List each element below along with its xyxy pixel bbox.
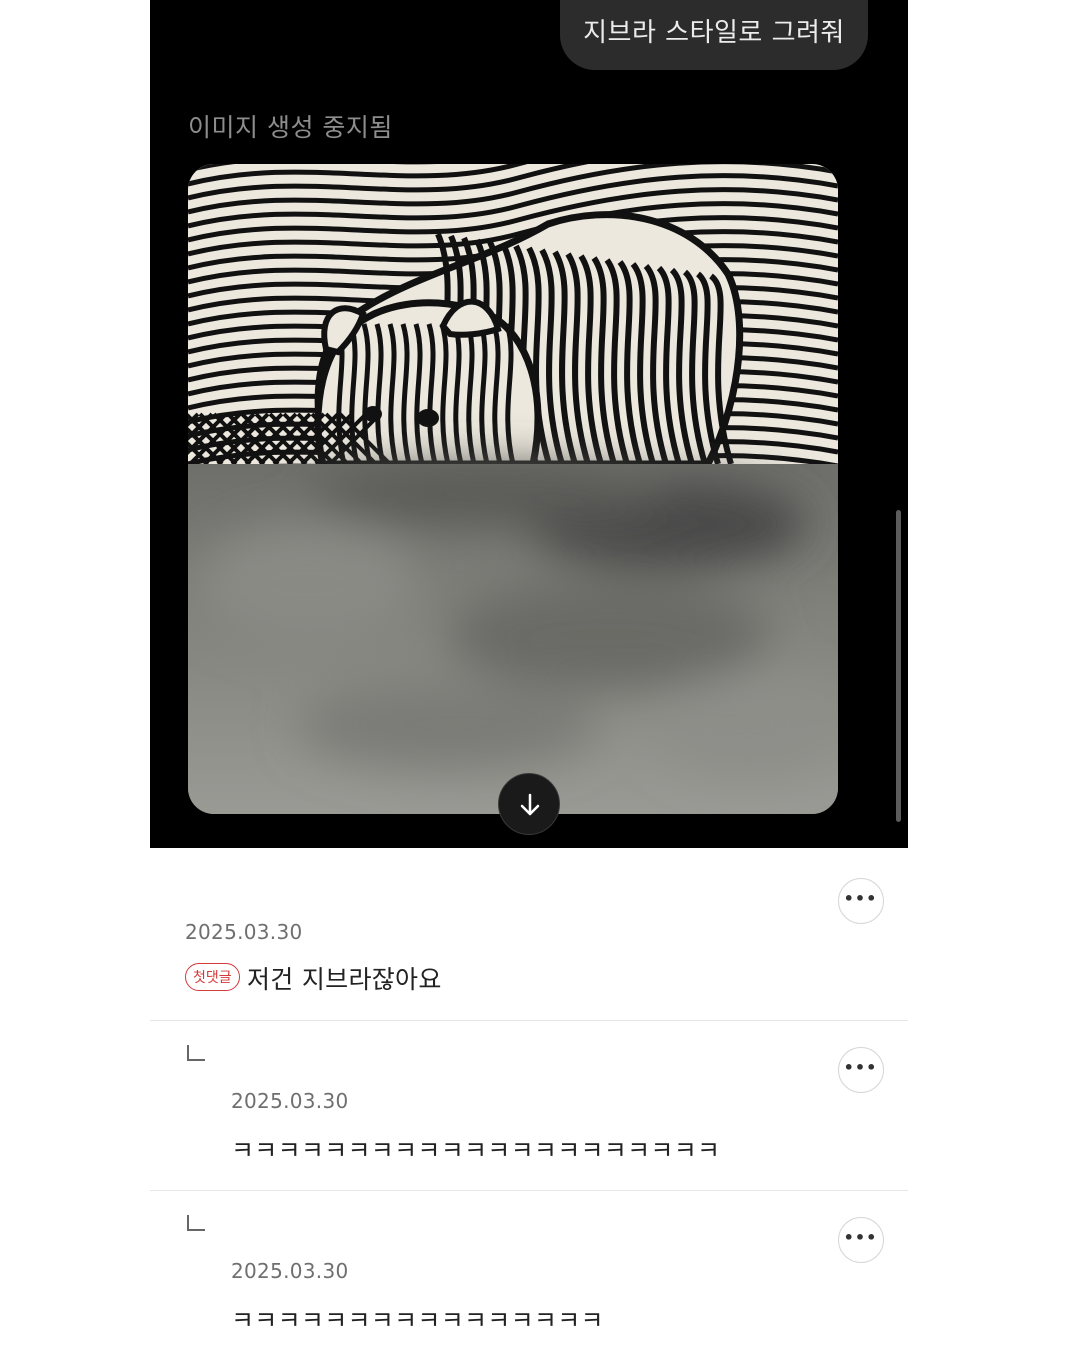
first-comment-badge: 첫댓글 [185,963,240,991]
reply-more-button[interactable]: ••• [838,1217,884,1263]
more-horizontal-icon: ••• [843,1228,878,1247]
reply-more-button[interactable]: ••• [838,1047,884,1093]
comment-list: ••• 2025.03.30 첫댓글 저건 지브라잖아요 ••• 2025.03… [150,848,908,1350]
chat-scrollbar[interactable] [896,510,901,822]
generation-status-text: 이미지 생성 중지됨 [188,113,393,142]
more-horizontal-icon: ••• [843,1058,878,1077]
reply-date: 2025.03.30 [231,1089,349,1113]
reply-date: 2025.03.30 [231,1259,349,1283]
arrow-down-icon [520,793,540,816]
comment-text: 저건 지브라잖아요 [247,965,442,994]
reply-item: ••• 2025.03.30 ㅋㅋㅋㅋㅋㅋㅋㅋㅋㅋㅋㅋㅋㅋㅋㅋ [150,1191,908,1350]
chat-panel: 지브라 스타일로 그려줘 이미지 생성 중지됨 [150,0,908,848]
reply-corner-icon [187,1215,205,1231]
user-message-bubble: 지브라 스타일로 그려줘 [560,0,868,70]
reply-text: ㅋㅋㅋㅋㅋㅋㅋㅋㅋㅋㅋㅋㅋㅋㅋㅋㅋㅋㅋㅋㅋ [231,1136,721,1165]
reply-text: ㅋㅋㅋㅋㅋㅋㅋㅋㅋㅋㅋㅋㅋㅋㅋㅋ [231,1306,604,1335]
reply-corner-icon [187,1045,205,1061]
reply-item: ••• 2025.03.30 ㅋㅋㅋㅋㅋㅋㅋㅋㅋㅋㅋㅋㅋㅋㅋㅋㅋㅋㅋㅋㅋ [150,1021,908,1190]
more-horizontal-icon: ••• [843,889,878,908]
comment-item: ••• 2025.03.30 첫댓글 저건 지브라잖아요 [150,848,908,1020]
scroll-down-button[interactable] [498,773,560,835]
generated-image[interactable] [188,164,838,814]
zebra-artwork [188,164,838,814]
comment-date: 2025.03.30 [185,920,303,944]
comment-more-button[interactable]: ••• [838,878,884,924]
